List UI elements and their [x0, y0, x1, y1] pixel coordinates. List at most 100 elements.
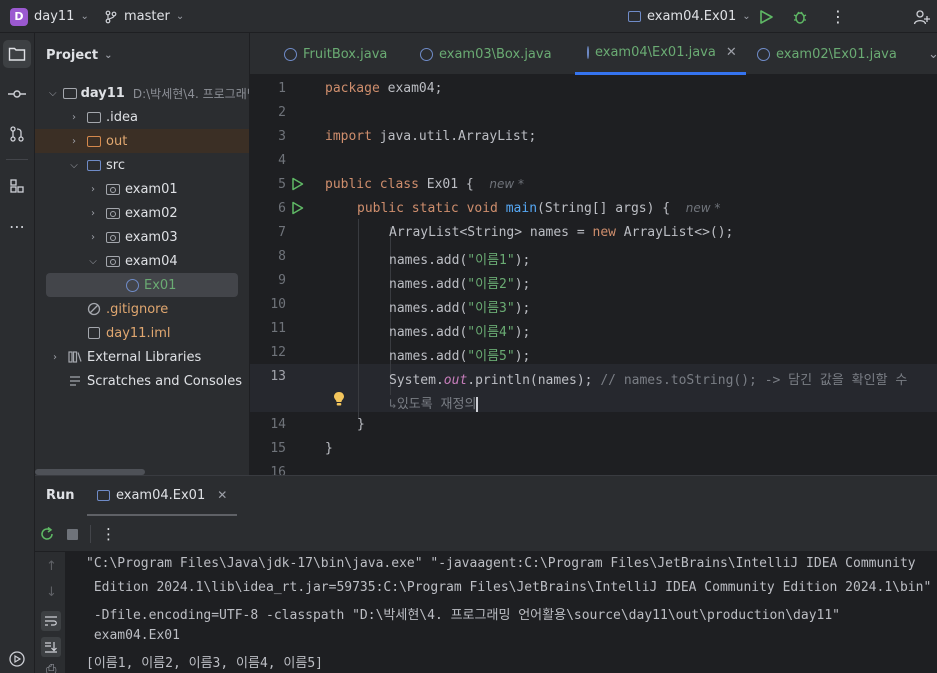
code-line-3: import java.util.ArrayList; [325, 129, 537, 144]
code-editor[interactable]: 1 2 3 4 5 6 7 8 9 10 11 12 13 14 15 16 p… [250, 75, 937, 475]
chevron-down-icon: ⌵ [89, 255, 97, 267]
source-folder-icon [86, 158, 102, 172]
tree-item-scratches[interactable]: Scratches and Consoles [35, 369, 249, 393]
run-gutter-icon[interactable] [290, 201, 304, 215]
line-number: 14 [270, 417, 286, 432]
scroll-to-end-icon [45, 642, 57, 653]
pull-requests-tool-button[interactable] [3, 120, 31, 148]
pull-request-icon [10, 126, 24, 142]
services-tool-button[interactable] [3, 645, 31, 673]
tree-item-exam04[interactable]: ⌵ exam04 [35, 249, 249, 273]
run-gutter-icon[interactable] [290, 177, 304, 191]
branch-switcher[interactable]: master ⌄ [104, 0, 184, 33]
horizontal-dots-icon: ⋯ [9, 216, 25, 236]
project-tool-window: Project ⌄ ⌵ day11 D:\박세현\4. 프로그래밍 언어활용\s… [35, 33, 250, 475]
tree-item-label: .gitignore [106, 301, 169, 317]
tab-exam04-ex01[interactable]: exam04\Ex01.java ✕ [575, 33, 746, 75]
line-number: 2 [278, 105, 286, 120]
tab-label: exam03\Box.java [439, 46, 552, 62]
stop-icon[interactable] [67, 529, 78, 540]
run-panel-header: Run exam04.Ex01 ✕ [35, 476, 937, 516]
chevron-down-icon: ⌄ [175, 11, 185, 22]
more-actions-button[interactable]: ⋮ [830, 0, 846, 33]
commit-tool-button[interactable] [3, 80, 31, 108]
print-icon[interactable]: ⎙ [46, 662, 56, 673]
tree-item-exam01[interactable]: › exam01 [35, 177, 249, 201]
arrow-up-icon[interactable]: ↑ [46, 559, 57, 574]
class-icon [420, 47, 433, 61]
class-icon [284, 47, 297, 61]
chevron-right-icon: › [91, 183, 95, 195]
inlay-hint: new * [685, 201, 721, 215]
project-panel-header[interactable]: Project ⌄ [35, 33, 249, 78]
code-line-1: package exam04; [325, 81, 443, 96]
package-icon [105, 230, 121, 244]
tree-item-ex01[interactable]: Ex01 [46, 273, 238, 297]
vertical-dots-icon[interactable]: ⋮ [101, 525, 116, 543]
code-line-14: } [357, 417, 365, 432]
rerun-icon[interactable] [39, 526, 55, 542]
code-line-7: ArrayList<String> names = new ArrayList<… [389, 225, 734, 240]
line-number: 5 [278, 177, 286, 192]
tree-root-day11[interactable]: ⌵ day11 D:\박세현\4. 프로그래밍 언어활용\source\day1… [35, 81, 249, 105]
tab-fruitbox[interactable]: FruitBox.java [284, 33, 387, 75]
tree-item-label: exam01 [125, 181, 178, 197]
tree-item-idea[interactable]: › .idea [35, 105, 249, 129]
soft-wrap-icon [45, 616, 57, 626]
tree-root-path: D:\박세현\4. 프로그래밍 언어활용\source\day11 [132, 86, 249, 101]
close-icon[interactable]: ✕ [217, 488, 227, 502]
tree-item-exam03[interactable]: › exam03 [35, 225, 249, 249]
structure-icon [10, 179, 24, 193]
console-output-line: exam04.Ex01 [86, 628, 180, 643]
tabs-overflow-button[interactable]: ⌄ [928, 33, 937, 75]
scroll-to-end-toggle[interactable] [41, 637, 61, 657]
run-config-name: exam04.Ex01 [647, 9, 737, 24]
project-switcher[interactable]: D day11 ⌄ [10, 0, 89, 33]
run-config-icon [628, 11, 641, 22]
run-icon [760, 9, 773, 24]
line-number: 1 [278, 81, 286, 96]
toolbar-divider [90, 525, 91, 543]
tree-item-iml[interactable]: day11.iml [35, 321, 249, 345]
line-number: 15 [270, 441, 286, 456]
indent-guide [358, 219, 359, 419]
tree-item-out[interactable]: › out [35, 129, 249, 153]
arrow-down-icon[interactable]: ↓ [46, 585, 57, 600]
line-number: 3 [278, 129, 286, 144]
tree-item-src[interactable]: ⌵ src [35, 153, 249, 177]
console-output-line: "C:\Program Files\Java\jdk-17\bin\java.e… [86, 556, 916, 571]
add-user-button[interactable] [913, 0, 931, 33]
more-tools-button[interactable]: ⋯ [3, 212, 31, 240]
console-output-line: -Dfile.encoding=UTF-8 -classpath "D:\박세현… [86, 608, 840, 623]
tree-item-exam02[interactable]: › exam02 [35, 201, 249, 225]
tree-item-gitignore[interactable]: .gitignore [35, 297, 249, 321]
lightbulb-icon[interactable] [332, 391, 346, 407]
chevron-down-icon: ⌄ [104, 50, 113, 61]
project-panel-title: Project [46, 48, 99, 63]
run-button[interactable] [758, 0, 774, 33]
line-number: 8 [278, 249, 286, 264]
bug-icon [793, 11, 807, 24]
tab-exam03-box[interactable]: exam03\Box.java [420, 33, 552, 75]
project-tool-button[interactable] [3, 40, 31, 68]
run-config-tab[interactable]: exam04.Ex01 ✕ [87, 476, 238, 516]
chevron-right-icon: › [91, 207, 95, 219]
package-icon [105, 206, 121, 220]
tree-item-external-libraries[interactable]: › External Libraries [35, 345, 249, 369]
close-icon[interactable]: ✕ [726, 45, 737, 60]
code-line-9: names.add("이름2"); [389, 277, 531, 292]
branch-name: master [124, 9, 170, 24]
line-number: 6 [278, 201, 286, 216]
run-config-selector[interactable]: exam04.Ex01 ⌄ [628, 0, 751, 33]
class-icon [124, 278, 140, 292]
module-folder-icon [62, 86, 77, 100]
tab-exam02-ex01[interactable]: exam02\Ex01.java [757, 33, 897, 75]
structure-tool-button[interactable] [3, 172, 31, 200]
excluded-folder-icon [86, 134, 102, 148]
chevron-down-icon: ⌄ [80, 11, 89, 22]
debug-button[interactable] [792, 0, 808, 33]
chevron-right-icon: › [72, 111, 76, 123]
run-tool-window: Run exam04.Ex01 ✕ ⋮ ↑ ↓ ⎙ "C:\Program Fi… [35, 475, 937, 673]
folder-icon [8, 47, 26, 61]
soft-wrap-toggle[interactable] [41, 611, 61, 631]
